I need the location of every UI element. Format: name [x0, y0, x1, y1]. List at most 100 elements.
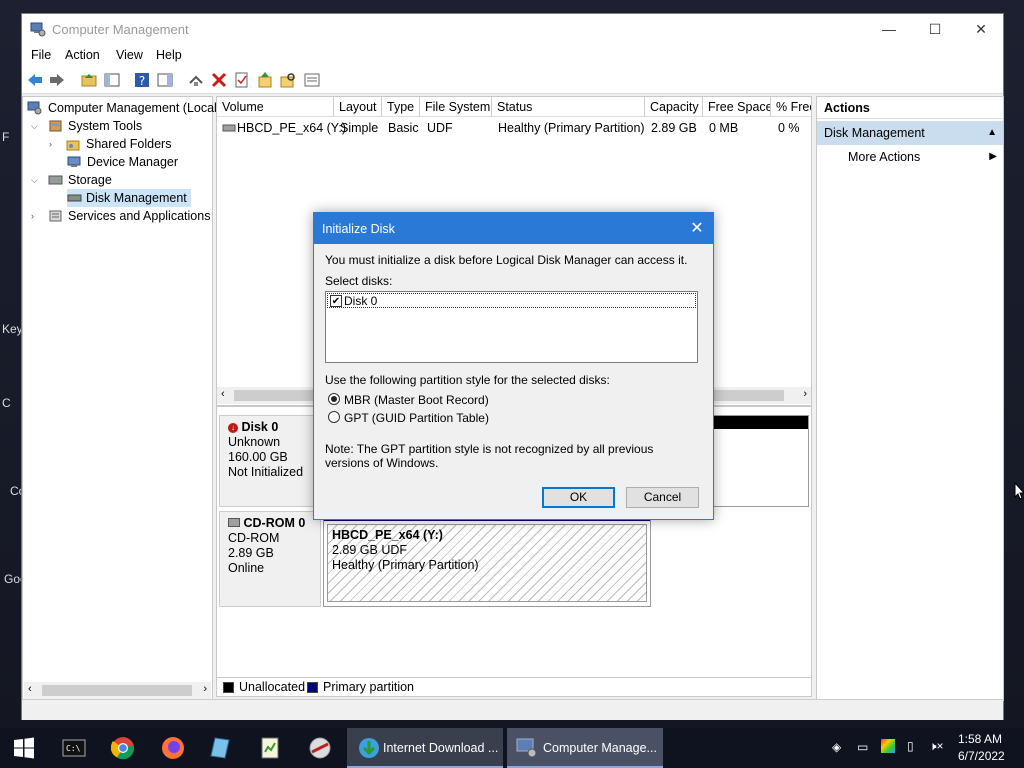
desktop-icon-label[interactable]: C	[2, 396, 11, 410]
tree-label: Shared Folders	[86, 137, 172, 151]
firefox-icon[interactable]	[161, 736, 185, 760]
connect-icon[interactable]	[187, 71, 205, 89]
tree-item-services[interactable]: › Services and Applications	[31, 207, 210, 225]
mbr-radio[interactable]	[328, 393, 340, 405]
tree-item-root[interactable]: Computer Management (Local	[27, 99, 217, 117]
tree-item-shared-folders[interactable]: › Shared Folders	[49, 135, 171, 153]
show-hide-console-tree-icon[interactable]	[103, 71, 121, 89]
taskbar-item-computer-management[interactable]: Computer Manage...	[507, 728, 663, 768]
document-editor-icon[interactable]	[258, 736, 282, 760]
shared-folders-icon	[66, 140, 80, 151]
volume-type: Basic	[388, 121, 419, 135]
minimize-button[interactable]: —	[866, 14, 912, 44]
scroll-right-icon[interactable]: ›	[803, 388, 807, 400]
speaker-mute-icon[interactable]: 🕨×	[929, 739, 944, 754]
computer-management-icon	[516, 738, 537, 758]
tree-label: System Tools	[68, 119, 143, 133]
show-hide-action-pane-icon[interactable]	[156, 71, 174, 89]
column-header-type[interactable]: Type	[382, 97, 420, 117]
collapse-icon[interactable]: ▲	[987, 121, 997, 145]
cdrom-partition-region[interactable]: HBCD_PE_x64 (Y:) 2.89 GB UDF Healthy (Pr…	[323, 511, 651, 607]
display-tray-icon[interactable]: ▭	[857, 740, 868, 754]
maximize-button[interactable]: ☐	[912, 14, 958, 44]
color-tray-icon[interactable]	[881, 739, 895, 753]
gpt-label[interactable]: GPT (GUID Partition Table)	[344, 411, 489, 425]
menu-help[interactable]: Help	[156, 48, 182, 62]
tree-horizontal-scrollbar[interactable]: ‹ ›	[24, 682, 211, 699]
menu-action[interactable]: Action	[65, 48, 100, 62]
clock-date[interactable]: 6/7/2022	[958, 749, 1005, 763]
chevron-down-icon[interactable]: ⌵	[31, 171, 38, 189]
ok-button[interactable]: OK	[542, 487, 615, 508]
menu-view[interactable]: View	[116, 48, 143, 62]
column-header-volume[interactable]: Volume	[217, 97, 334, 117]
disk-0-checkbox[interactable]: ✔	[330, 295, 342, 307]
clock-time[interactable]: 1:58 AM	[958, 732, 1002, 746]
disk-listbox[interactable]: ✔ Disk 0	[325, 291, 698, 363]
network-tray-icon[interactable]: ◈	[832, 740, 841, 754]
tree-item-system-tools[interactable]: ⌵ System Tools	[31, 117, 142, 135]
primary-partition-swatch	[307, 682, 318, 693]
chrome-icon[interactable]	[111, 736, 135, 760]
partition-status: Healthy (Primary Partition)	[332, 558, 479, 572]
delete-icon[interactable]	[210, 71, 228, 89]
up-folder-icon[interactable]	[80, 71, 98, 89]
scroll-left-icon[interactable]: ‹	[221, 388, 225, 400]
tree-item-device-manager[interactable]: Device Manager	[67, 153, 178, 171]
chevron-right-icon[interactable]: ›	[49, 135, 52, 153]
dialog-title-bar[interactable]: Initialize Disk ✕	[314, 213, 713, 244]
column-header-percent-free[interactable]: % Free	[771, 97, 811, 117]
title-bar[interactable]: Computer Management — ☐ ✕	[22, 14, 1003, 44]
scroll-left-icon[interactable]: ‹	[28, 683, 32, 695]
internet-download-manager-icon	[359, 738, 379, 758]
forward-arrow-icon[interactable]	[48, 71, 66, 89]
column-header-free-space[interactable]: Free Space	[703, 97, 771, 117]
more-actions-item[interactable]: More Actions ▶	[817, 147, 1003, 167]
status-bar	[22, 699, 1003, 720]
notepad-icon[interactable]	[209, 736, 233, 760]
scroll-thumb[interactable]	[42, 685, 192, 696]
column-header-layout[interactable]: Layout	[334, 97, 382, 117]
cancel-button[interactable]: Cancel	[626, 487, 699, 508]
disk-status: Online	[228, 561, 265, 575]
tree-item-storage[interactable]: ⌵ Storage	[31, 171, 112, 189]
close-button[interactable]: ✕	[958, 14, 1004, 44]
chevron-right-icon[interactable]: ›	[31, 207, 34, 225]
search-folder-icon[interactable]	[279, 71, 297, 89]
desktop-icon-label[interactable]: F	[2, 130, 9, 144]
actions-section-disk-management[interactable]: Disk Management ▲	[817, 121, 1003, 145]
gpt-note: Note: The GPT partition style is not rec…	[325, 442, 654, 470]
column-header-capacity[interactable]: Capacity	[645, 97, 703, 117]
disk-0-info[interactable]: ↓ Disk 0 Unknown 160.00 GB Not Initializ…	[219, 415, 321, 507]
tree-item-disk-management[interactable]: Disk Management	[67, 189, 191, 207]
export-list-icon[interactable]	[303, 71, 321, 89]
dialog-close-button[interactable]: ✕	[681, 213, 713, 244]
disk-name: Disk 0	[241, 420, 279, 434]
properties-icon[interactable]	[233, 71, 251, 89]
chevron-down-icon[interactable]: ⌵	[31, 117, 38, 135]
disk-type: CD-ROM	[228, 531, 280, 545]
scroll-right-icon[interactable]: ›	[203, 683, 207, 695]
legend-primary: Primary partition	[323, 680, 414, 694]
taskbar-item-internet-download[interactable]: Internet Download ...	[347, 728, 503, 768]
menu-file[interactable]: File	[31, 48, 51, 62]
back-arrow-icon[interactable]	[26, 71, 44, 89]
tree-label: Device Manager	[87, 155, 179, 169]
disk-tool-icon[interactable]	[308, 736, 332, 760]
disk-list-item[interactable]: ✔ Disk 0	[327, 293, 696, 308]
column-header-file-system[interactable]: File System	[420, 97, 492, 117]
mbr-label[interactable]: MBR (Master Boot Record)	[344, 393, 489, 407]
submenu-arrow-icon: ▶	[989, 151, 997, 162]
desktop-icon-label[interactable]: Key	[2, 322, 23, 336]
gpt-radio[interactable]	[328, 411, 340, 423]
column-header-status[interactable]: Status	[492, 97, 645, 117]
battery-tray-icon[interactable]: ▯	[907, 739, 914, 753]
services-icon	[49, 210, 62, 222]
volume-drive-icon	[222, 124, 236, 132]
command-prompt-icon[interactable]: C:\	[62, 736, 86, 760]
cdrom-0-info[interactable]: CD-ROM 0 CD-ROM 2.89 GB Online	[219, 511, 321, 607]
help-icon[interactable]: ?	[133, 71, 151, 89]
start-windows-icon[interactable]	[12, 736, 36, 760]
svg-text:?: ?	[139, 74, 145, 88]
import-icon[interactable]	[256, 71, 274, 89]
